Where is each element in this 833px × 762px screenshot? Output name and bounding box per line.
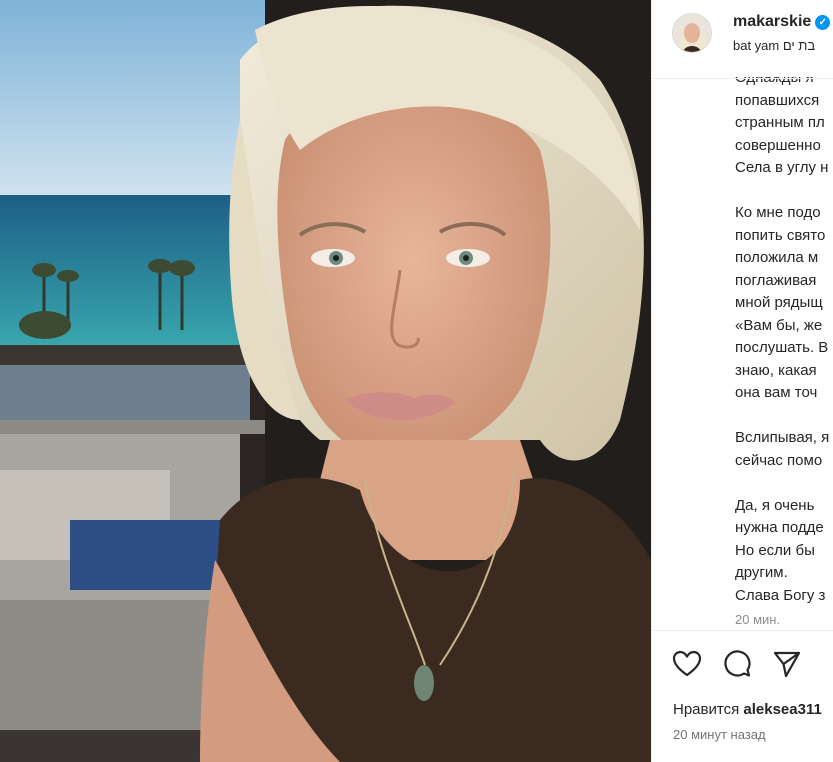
- caption-line: попавшихся: [735, 91, 820, 109]
- caption-paragraph: Вслипывая, я сейчас помо: [735, 427, 833, 472]
- post-header: makarskie ✓ bat yam בת ים: [652, 0, 833, 79]
- instagram-post-view: Однажды я попавшихся странным пл соверше…: [0, 0, 833, 762]
- avatar[interactable]: [672, 13, 712, 53]
- caption-line: странным пл: [735, 114, 825, 131]
- caption-line: она вам точ: [735, 384, 818, 401]
- caption-line: совершенно: [735, 136, 821, 154]
- caption-line: Да, я очень: [735, 496, 815, 514]
- caption-paragraph: Однажды я попавшихся странным пл соверше…: [735, 67, 833, 180]
- caption-line: сейчас помо: [735, 451, 823, 469]
- caption-line: положила м: [735, 249, 819, 266]
- caption-line: поглаживая: [735, 271, 817, 289]
- caption-line: другим.: [735, 564, 788, 581]
- caption-line: Вслипывая, я: [735, 429, 830, 446]
- caption-line: Слава Богу з: [735, 586, 826, 604]
- post-photo[interactable]: [0, 0, 651, 762]
- post-timestamp[interactable]: 20 минут назад: [673, 727, 766, 742]
- comment-icon[interactable]: [722, 649, 752, 679]
- post-footer: Нравится aleksea311 20 минут назад: [652, 630, 833, 762]
- username-link[interactable]: makarskie: [733, 13, 811, 30]
- caption-line: Но если бы: [735, 541, 815, 559]
- caption-timestamp[interactable]: 20 мин.: [735, 612, 780, 627]
- selfie-image: [0, 0, 651, 762]
- caption-line: попить свято: [735, 226, 826, 244]
- caption-line: Села в углу н: [735, 159, 829, 176]
- caption-line: Ко мне подо: [735, 204, 821, 221]
- caption-line: послушать. В: [735, 339, 829, 356]
- paper-plane-icon[interactable]: [772, 649, 802, 679]
- verified-badge-icon: ✓: [815, 15, 831, 30]
- caption-line: мной рядыщ: [735, 294, 823, 311]
- caption-line: знаю, какая: [735, 361, 817, 379]
- avatar-image: [673, 14, 711, 52]
- likes-summary: Нравится aleksea311: [673, 701, 822, 718]
- post-caption: Однажды я попавшихся странным пл соверше…: [735, 67, 833, 607]
- caption-paragraph: Да, я очень нужна подде Но если бы други…: [735, 495, 833, 608]
- caption-paragraph: Ко мне подо попить свято положила м погл…: [735, 202, 833, 405]
- caption-line: нужна подде: [735, 519, 824, 536]
- liker-username-link[interactable]: aleksea311: [743, 701, 821, 718]
- username-row: makarskie ✓: [733, 13, 831, 31]
- likes-prefix: Нравится: [673, 701, 740, 718]
- caption-line: «Вам бы, же: [735, 316, 823, 334]
- post-sidebar: Однажды я попавшихся странным пл соверше…: [651, 0, 833, 762]
- location-link[interactable]: bat yam בת ים: [733, 38, 815, 53]
- heart-icon[interactable]: [672, 649, 702, 679]
